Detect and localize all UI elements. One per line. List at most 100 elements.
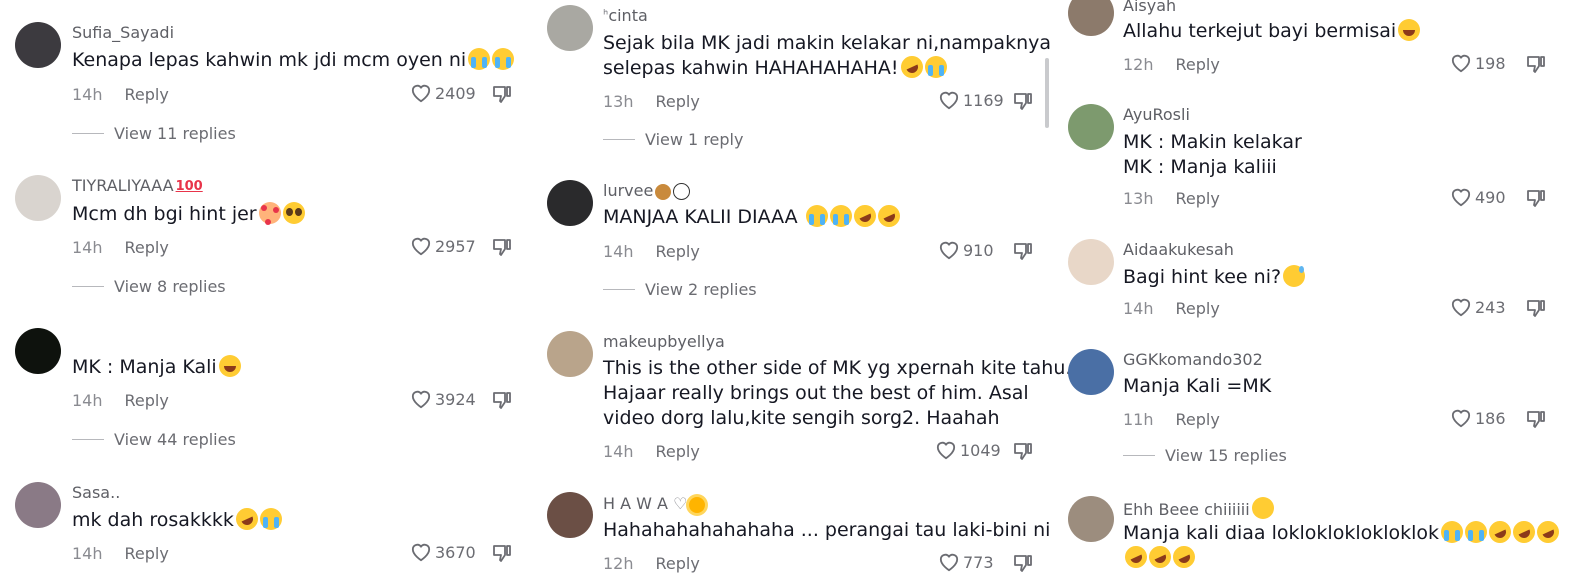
dislike-button[interactable] [492,84,512,108]
comment-username[interactable]: AyuRosli [1123,105,1190,124]
reply-button[interactable]: Reply [125,238,169,257]
avatar[interactable] [1068,496,1114,542]
comment-username[interactable]: makeupbyellya [603,332,725,351]
avatar[interactable] [547,492,593,538]
comment-username[interactable]: ᑋcinta [603,6,648,26]
like-button[interactable]: 1049 [935,440,1001,460]
like-count: 2957 [435,236,476,256]
divider-line [603,139,635,140]
like-button[interactable]: 3670 [410,542,476,562]
comment-time: 14h [72,391,103,410]
comment-username[interactable]: Aisyah [1123,0,1176,15]
like-count: 910 [963,240,994,260]
heart-icon [1451,188,1471,207]
avatar[interactable] [547,331,593,377]
comment-text: Bagi hint kee ni? [1123,265,1570,290]
view-replies-button[interactable]: View 15 replies [1123,446,1287,465]
reply-button[interactable]: Reply [656,554,700,573]
view-replies-button[interactable]: View 11 replies [72,124,236,143]
comment-time: 14h [1123,299,1154,318]
dislike-button[interactable] [492,237,512,261]
like-count: 773 [963,552,994,572]
comment-text: Manja Kali =MK [1123,375,1272,397]
like-button[interactable]: 910 [938,240,994,260]
heart-icon [939,553,959,572]
reply-button[interactable]: Reply [125,391,169,410]
like-button[interactable]: 773 [938,552,994,572]
avatar[interactable] [15,22,61,68]
view-replies-button[interactable]: View 44 replies [72,430,236,449]
comment-username[interactable]: GGKkomando302 [1123,350,1263,369]
dislike-button[interactable] [1526,54,1546,78]
like-button[interactable]: 2409 [410,83,476,103]
like-button[interactable]: 3924 [410,389,476,409]
reply-button[interactable]: Reply [656,442,700,461]
thumbs-down-icon [493,392,511,409]
reply-button[interactable]: Reply [1176,410,1220,429]
like-count: 186 [1475,408,1506,428]
avatar[interactable] [15,328,61,374]
dislike-button[interactable] [1013,441,1033,465]
like-button[interactable]: 243 [1450,297,1506,317]
reply-button[interactable]: Reply [1176,189,1220,208]
avatar[interactable] [1068,104,1114,150]
avatar[interactable] [15,482,61,528]
view-replies-button[interactable]: View 2 replies [603,280,757,299]
reply-button[interactable]: Reply [1176,299,1220,318]
dislike-button[interactable] [1526,298,1546,322]
avatar[interactable] [1068,349,1114,395]
like-button[interactable]: 1169 [938,90,1004,110]
like-button[interactable]: 186 [1450,408,1506,428]
dislike-button[interactable] [492,390,512,414]
avatar[interactable] [547,180,593,226]
reply-button[interactable]: Reply [656,92,700,111]
comment-meta: 11h Reply [1123,410,1220,429]
comment-username[interactable]: Sasa.. [72,483,120,502]
like-button[interactable]: 198 [1450,53,1506,73]
avatar[interactable] [15,175,61,221]
loudly-crying-emoji [924,56,947,78]
dislike-button[interactable] [1526,409,1546,433]
avatar[interactable] [1068,239,1114,285]
rolling-on-floor-laughing-emoji [896,52,927,82]
comment-username[interactable]: TIYRALIYAAA 100 [72,176,203,195]
thumbs-down-icon [1014,443,1032,460]
dislike-button[interactable] [1013,553,1033,577]
comment-time: 14h [72,238,103,257]
comment-username[interactable]: H A W A ♡ [603,494,706,513]
reply-button[interactable]: Reply [125,544,169,563]
grinning-squinting-face-emoji [218,355,241,377]
avatar[interactable] [547,5,593,51]
smirking-face-emoji [1251,497,1274,519]
divider-line [72,133,104,134]
view-replies-button[interactable]: View 8 replies [72,277,226,296]
scrollbar[interactable] [1045,58,1049,128]
white-heart-glyph: ♡ [673,494,688,513]
dislike-button[interactable] [1013,241,1033,265]
loudly-crying-emoji [492,48,515,70]
avatar[interactable] [1068,0,1114,36]
view-replies-label: View 15 replies [1165,446,1287,465]
comment-text: MK : Makin kelakar MK : Manja kaliii [1123,131,1302,178]
reply-button[interactable]: Reply [1176,55,1220,74]
comment-username[interactable]: Aidaakukesah [1123,240,1234,259]
reply-button[interactable]: Reply [125,85,169,104]
like-button[interactable]: 2957 [410,236,476,256]
dislike-button[interactable] [492,543,512,567]
comment-username[interactable]: lurvee [603,181,691,200]
comment-meta: 14h Reply [1123,299,1220,318]
reply-button[interactable]: Reply [656,242,700,261]
hundred-points-emoji: 100 [175,179,203,194]
comment-username[interactable]: Sufia_Sayadi [72,23,174,42]
view-replies-button[interactable]: View 1 reply [603,130,743,149]
comment-meta: 14h Reply [603,442,700,461]
rolling-on-floor-laughing-emoji [1121,542,1151,572]
like-count: 198 [1475,53,1506,73]
like-button[interactable]: 490 [1450,187,1506,207]
dislike-button[interactable] [1526,188,1546,212]
divider-line [72,439,104,440]
rolling-on-floor-laughing-emoji [1509,517,1539,547]
comment-username[interactable]: Ehh Beee chiiiiii [1123,497,1274,519]
dislike-button[interactable] [1013,91,1033,115]
comment-meta: 14h Reply [72,85,169,104]
